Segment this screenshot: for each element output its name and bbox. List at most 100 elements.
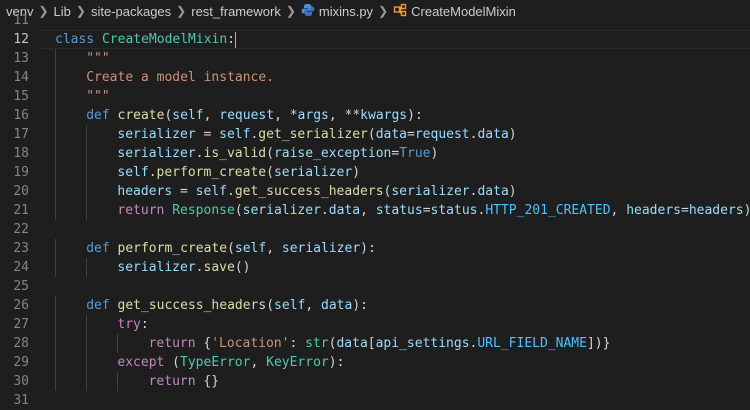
- code-token: ):: [407, 108, 423, 123]
- code-token: serializer: [273, 165, 353, 180]
- code-token: (): [234, 260, 251, 275]
- code-token: self: [219, 127, 251, 142]
- code-line[interactable]: 28 return {'Location': str(data[api_setti…: [0, 334, 750, 353]
- code-line[interactable]: 11: [0, 11, 750, 30]
- code-line[interactable]: 24 serializer.save(): [0, 258, 750, 277]
- code-line[interactable]: 21 return Response(serializer.data, statu…: [0, 201, 750, 220]
- code-line[interactable]: 25: [0, 277, 750, 296]
- code-token: Create a model instance.: [86, 70, 275, 85]
- code-token: headers: [117, 184, 173, 199]
- code-token: serializer: [117, 146, 196, 161]
- code-token: ): [744, 203, 750, 218]
- line-number: 29: [13, 355, 29, 370]
- line-number: 26: [13, 298, 29, 313]
- code-line[interactable]: 31: [0, 391, 750, 410]
- line-number: 24: [13, 260, 29, 275]
- code-line[interactable]: 20 headers = self.get_success_headers(ser…: [0, 182, 750, 201]
- indent-guide: [117, 334, 119, 353]
- code-line[interactable]: 30 return {}: [0, 372, 750, 391]
- code-token: ):: [360, 241, 376, 256]
- code-token: headers: [626, 203, 681, 218]
- code-token: {}: [195, 374, 220, 389]
- code-token: , *: [274, 108, 298, 123]
- indent-guide: [86, 334, 88, 353]
- code-token: .: [195, 146, 204, 161]
- code-line[interactable]: 18 serializer.is_valid(raise_exception=Tr…: [0, 144, 750, 163]
- code-text: def create(self, request, *args, **kwarg…: [86, 106, 423, 125]
- code-token: ,: [203, 108, 220, 123]
- code-text: serializer = self.get_serializer(data=re…: [117, 125, 516, 144]
- line-number: 28: [13, 336, 29, 351]
- line-number: 22: [13, 222, 29, 237]
- line-number: 30: [13, 374, 29, 389]
- code-text: serializer.save(): [117, 258, 250, 277]
- code-token: (: [266, 146, 274, 161]
- code-token: ):: [328, 355, 345, 370]
- code-line[interactable]: 15 """: [0, 87, 750, 106]
- indent-guide: [86, 144, 88, 163]
- code-token: return: [117, 203, 165, 218]
- code-token: args: [297, 108, 329, 123]
- code-token: is_valid: [203, 146, 267, 161]
- indent-guide: [55, 87, 56, 106]
- code-token: (: [367, 127, 376, 142]
- code-token: ): [508, 127, 517, 142]
- indent-guide: [55, 296, 56, 315]
- code-line[interactable]: 13 """: [0, 49, 750, 68]
- code-line[interactable]: 16 def create(self, request, *args, **kwa…: [0, 106, 750, 125]
- code-token: .: [195, 260, 204, 275]
- line-number: 20: [13, 184, 29, 199]
- indent-guide: [55, 182, 56, 201]
- indent-guide: [117, 372, 119, 391]
- code-text: except (TypeError, KeyError):: [117, 353, 344, 372]
- indent-guide: [86, 201, 88, 220]
- code-token: data: [477, 127, 509, 142]
- indent-guide: [55, 372, 56, 391]
- code-line[interactable]: 26 def get_success_headers(self, data):: [0, 296, 750, 315]
- code-token: KeyError: [266, 355, 329, 370]
- indent-guide: [86, 353, 88, 372]
- code-line[interactable]: 27 try:: [0, 315, 750, 334]
- code-line[interactable]: 23 def perform_create(self, serializer):: [0, 239, 750, 258]
- code-line[interactable]: 29 except (TypeError, KeyError):: [0, 353, 750, 372]
- code-text: """: [86, 87, 109, 106]
- code-editor[interactable]: venv ❯ Lib ❯ site-packages ❯ rest_framew…: [0, 0, 750, 408]
- code-token: .: [148, 165, 157, 180]
- line-number: 27: [13, 317, 29, 332]
- indent-guide: [55, 315, 56, 334]
- code-text: headers = self.get_success_headers(seria…: [117, 182, 516, 201]
- indent-guide: [86, 372, 88, 391]
- code-text: def get_success_headers(self, data):: [86, 296, 368, 315]
- code-token: (: [234, 203, 243, 218]
- indent-guide: [55, 163, 56, 182]
- code-line[interactable]: 19 self.perform_create(serializer): [0, 163, 750, 182]
- line-number: 11: [13, 13, 29, 28]
- code-token: ):: [352, 298, 368, 313]
- code-text: class CreateModelMixin:: [55, 30, 237, 49]
- code-token: return: [148, 336, 196, 351]
- code-token: serializer: [391, 184, 470, 199]
- code-token: HTTP_201_CREATED: [485, 203, 611, 218]
- code-text: return {}: [149, 372, 219, 391]
- code-line[interactable]: 17 serializer = self.get_serializer(data=…: [0, 125, 750, 144]
- indent-guide: [55, 106, 56, 125]
- code-token: Response: [172, 203, 235, 218]
- code-token: TypeError: [180, 355, 251, 370]
- code-token: create: [117, 108, 165, 123]
- code-line[interactable]: 12 class CreateModelMixin:: [0, 30, 750, 49]
- code-text: serializer.is_valid(raise_exception=True…: [117, 144, 438, 163]
- code-text: try:: [117, 315, 148, 334]
- text-cursor: [235, 31, 237, 48]
- indent-guide: [86, 182, 88, 201]
- code-token: class: [55, 32, 95, 47]
- code-token: ,: [266, 241, 282, 256]
- code-line[interactable]: 14 Create a model instance.: [0, 68, 750, 87]
- code-token: self: [274, 298, 306, 313]
- indent-guide: [55, 49, 56, 68]
- line-number: 12: [13, 32, 29, 47]
- indent-guide: [86, 125, 88, 144]
- code-line[interactable]: 22: [0, 220, 750, 239]
- code-token: .: [320, 203, 329, 218]
